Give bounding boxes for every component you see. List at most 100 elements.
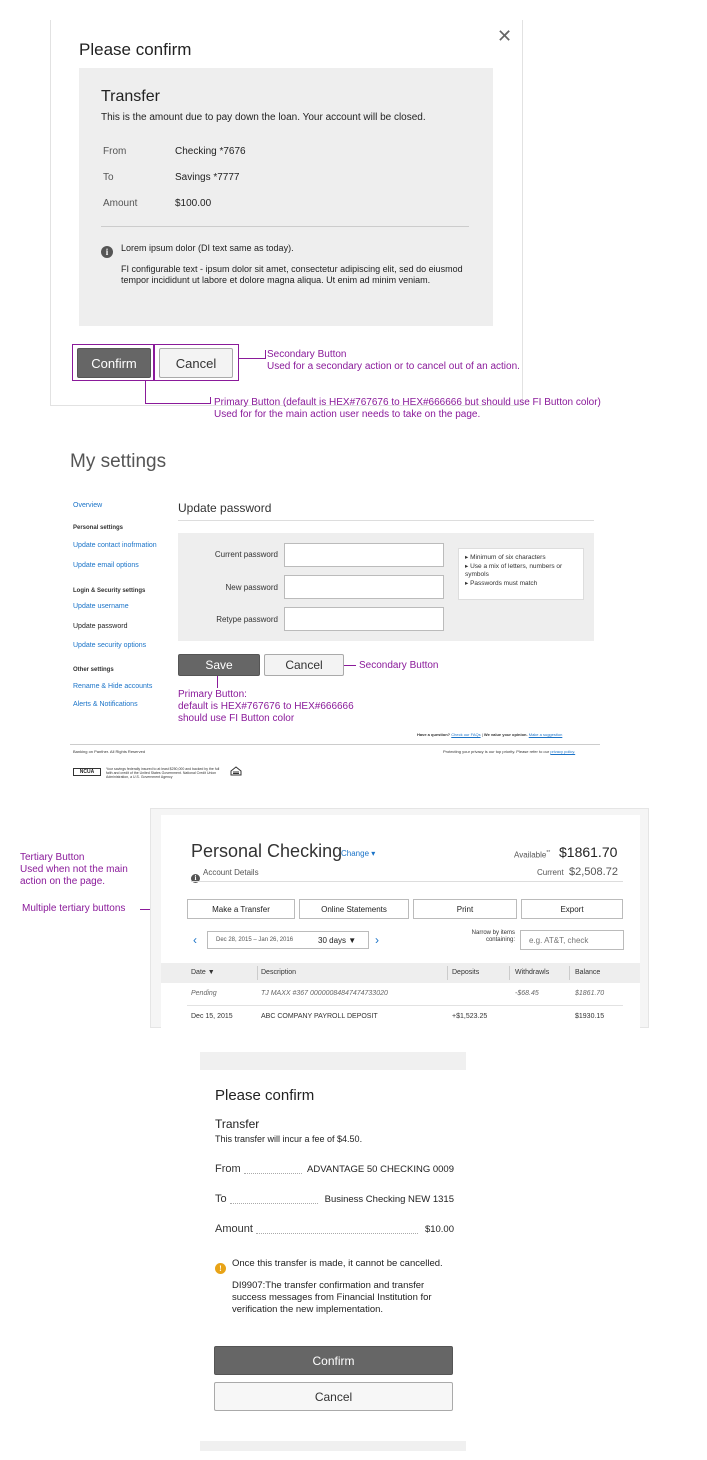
primary-annotation-line2: default is HEX#767676 to HEX#666666 [178, 701, 354, 712]
sidebar-item-email[interactable]: Update email options [73, 562, 139, 569]
secondary-annotation-title: Secondary Button [267, 349, 347, 360]
info-title: Lorem ipsum dolor (DI text same as today… [121, 243, 294, 253]
sidebar-item-alerts[interactable]: Alerts & Notifications [73, 701, 138, 708]
change-account-link[interactable]: Change ▾ [341, 849, 375, 858]
secondary-annotation: Secondary Button [359, 660, 439, 671]
col-sep [569, 966, 570, 980]
warning-text: Once this transfer is made, it cannot be… [232, 1258, 443, 1269]
ncua-logo: NCUA [73, 768, 101, 776]
leader-dots [256, 1233, 418, 1234]
current-label: Current [537, 868, 564, 877]
sidebar-item-username[interactable]: Update username [73, 603, 129, 610]
current-password-label: Current password [214, 550, 278, 559]
copyright: Banking on Panther. All Rights Reserved [73, 749, 146, 754]
current-value: $2,508.72 [569, 866, 618, 878]
sidebar-item-password[interactable]: Update password [73, 623, 127, 630]
row-divider [187, 1005, 623, 1006]
modal-title: Please confirm [79, 40, 192, 59]
annotation-connector [145, 381, 146, 403]
account-name: Personal Checking [191, 841, 343, 861]
account-card: Personal Checking Change ▾ i Account Det… [161, 815, 640, 1029]
transfer-title: Transfer [215, 1117, 260, 1131]
to-value: Business Checking NEW 1315 [324, 1194, 454, 1205]
transfer-description: This is the amount due to pay down the l… [101, 112, 426, 123]
row-description: ABC COMPANY PAYROLL DEPOSIT [261, 1013, 378, 1020]
amount-label: Amount [215, 1223, 253, 1235]
fee-text: This transfer will incur a fee of $4.50. [215, 1134, 363, 1144]
account-details-link[interactable]: Account Details [203, 868, 259, 877]
faq-link[interactable]: Check our FAQs [451, 732, 480, 737]
divider [101, 226, 469, 227]
suggestion-link[interactable]: Make a suggestion [529, 732, 563, 737]
new-password-label: New password [225, 583, 278, 592]
sidebar-heading-other: Other settings [73, 667, 114, 673]
row-balance: $1861.70 [575, 990, 605, 997]
days-select[interactable]: 30 days ▼ [318, 936, 356, 945]
cancel-button[interactable]: Cancel [264, 654, 344, 676]
close-icon[interactable]: ✕ [497, 26, 512, 47]
new-password-input[interactable] [284, 575, 444, 599]
annotation-connector [210, 397, 211, 404]
info-body: FI configurable text - ipsum dolor sit a… [121, 264, 463, 285]
search-input[interactable] [520, 930, 624, 950]
row-date: Pending [191, 990, 217, 997]
current-password-input[interactable] [284, 543, 444, 567]
tip-item: ▸ Passwords must match [465, 580, 538, 587]
confirm-button[interactable]: Confirm [214, 1346, 453, 1375]
page-title: My settings [70, 451, 167, 472]
primary-annotation-title: Primary Button (default is HEX#767676 to… [214, 397, 601, 408]
col-balance: Balance [575, 969, 601, 976]
sidebar-item-overview[interactable]: Overview [73, 502, 102, 509]
to-label: To [103, 172, 114, 183]
from-value: ADVANTAGE 50 CHECKING 0009 [307, 1164, 454, 1175]
date-range-picker[interactable]: Dec 28, 2015 – Jan 26, 2016 30 days ▼ [207, 931, 369, 949]
narrow-label: Narrow by items containing: [471, 930, 515, 943]
account-card-frame: Personal Checking Change ▾ i Account Det… [150, 808, 649, 1029]
annotation-connector [239, 358, 265, 359]
sidebar-item-security[interactable]: Update security options [73, 642, 146, 649]
equal-housing-icon [229, 765, 243, 779]
col-date[interactable]: Date ▼ [191, 969, 215, 976]
tip-item: ▸ Use a mix of letters, numbers or symbo… [465, 563, 563, 578]
tertiary-annotation-desc2: action on the page. [20, 876, 106, 887]
make-transfer-button[interactable]: Make a Transfer [187, 899, 295, 919]
retype-password-input[interactable] [284, 607, 444, 631]
row-date: Dec 15, 2015 [191, 1013, 233, 1020]
next-period-icon[interactable]: › [375, 933, 379, 947]
annotation-connector [145, 403, 210, 404]
save-button[interactable]: Save [178, 654, 260, 676]
to-label: To [215, 1193, 227, 1205]
export-button[interactable]: Export [521, 899, 623, 919]
mobile-confirm-modal: Please confirm Transfer This transfer wi… [200, 1070, 466, 1441]
from-value: Checking *7676 [175, 146, 246, 157]
col-sep [257, 966, 258, 980]
sidebar-item-rename[interactable]: Rename & Hide accounts [73, 683, 152, 690]
col-description: Description [261, 969, 297, 976]
print-button[interactable]: Print [413, 899, 517, 919]
row-deposit: +$1,523.25 [452, 1013, 488, 1020]
secondary-button-highlight [154, 344, 239, 381]
mobile-confirm-frame: Please confirm Transfer This transfer wi… [200, 1052, 466, 1451]
password-tips: ▸ Minimum of six characters ▸ Use a mix … [458, 548, 584, 600]
help-footer: Have a question? Check our FAQs | We val… [417, 732, 563, 737]
privacy-link[interactable]: privacy policy. [550, 749, 575, 754]
tip-item: ▸ Minimum of six characters [465, 554, 546, 561]
info-icon: i [191, 867, 200, 885]
modal-title: Please confirm [215, 1087, 315, 1104]
row-withdraw: -$68.45 [515, 990, 539, 997]
annotation-connector [217, 676, 218, 688]
online-statements-button[interactable]: Online Statements [299, 899, 409, 919]
annotation-connector [265, 350, 266, 359]
primary-annotation-desc: Used for for the main action user needs … [214, 409, 481, 420]
warning-icon: ! [215, 1258, 226, 1276]
transfer-title: Transfer [101, 88, 160, 105]
privacy-text: Protecting your privacy is our top prior… [443, 749, 576, 754]
leader-dots [230, 1203, 318, 1204]
prev-period-icon[interactable]: ‹ [193, 933, 197, 947]
sidebar-item-contact[interactable]: Update contact inofrmation [73, 542, 157, 549]
col-sep [447, 966, 448, 980]
amount-value: $10.00 [424, 1224, 454, 1235]
cancel-button[interactable]: Cancel [214, 1382, 453, 1411]
tertiary-annotation-desc1: Used when not the main [20, 864, 128, 875]
footer-divider [70, 744, 600, 745]
